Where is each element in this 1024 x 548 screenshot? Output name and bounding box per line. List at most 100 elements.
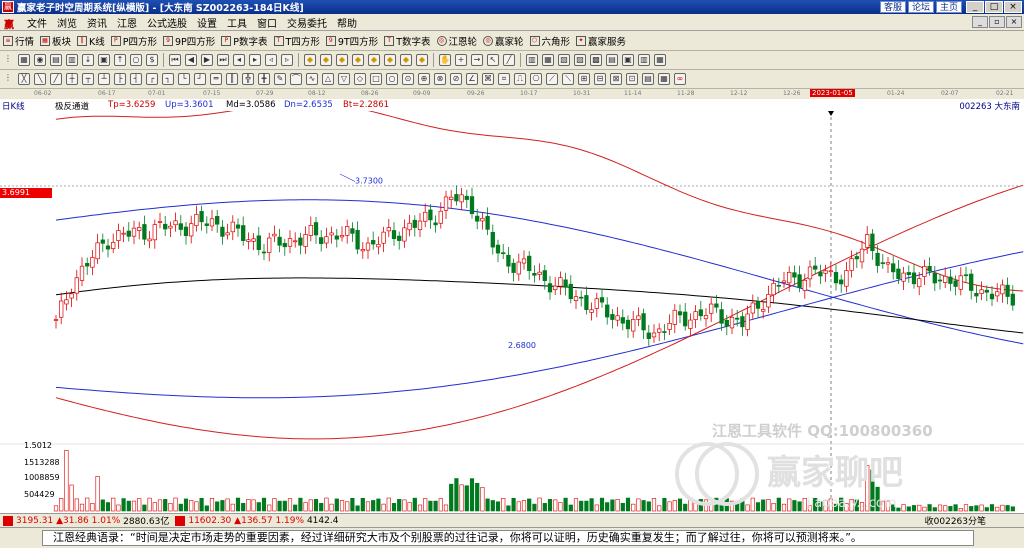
tool-31-icon[interactable]: ⌗ (498, 73, 510, 85)
tool-24-icon[interactable]: ○ (386, 73, 398, 85)
tool-38-icon[interactable]: ⊠ (610, 73, 622, 85)
tool-34-icon[interactable]: ⟋ (546, 73, 558, 85)
tool-18-icon[interactable]: ⌒ (290, 73, 302, 85)
menu-window[interactable]: 窗口 (252, 15, 282, 30)
prev-icon[interactable]: ◀ (185, 54, 197, 66)
circle-icon[interactable]: ○ (130, 54, 142, 66)
bars-5-icon[interactable]: ▩ (590, 54, 602, 66)
menu-news[interactable]: 资讯 (82, 15, 112, 30)
diamond-7-icon[interactable]: ◆ (400, 54, 412, 66)
chart-area[interactable]: 日K线 极反通道 Tp=3.6259 Up=3.3601 Md=3.0586 D… (0, 99, 1024, 513)
t-number-table-button[interactable]: T T数字表 (381, 34, 433, 48)
child-minimize-button[interactable]: _ (972, 16, 988, 28)
diamond-2-icon[interactable]: ◆ (320, 54, 332, 66)
tool-23-icon[interactable]: □ (370, 73, 382, 85)
zoom-out-icon[interactable]: ▸ (249, 54, 261, 66)
diamond-1-icon[interactable]: ◆ (304, 54, 316, 66)
tool-13-icon[interactable]: ═ (210, 73, 222, 85)
tool-30-icon[interactable]: ⌘ (482, 73, 494, 85)
bars-8-icon[interactable]: ▥ (638, 54, 650, 66)
tool-41-icon[interactable]: ▦ (658, 73, 670, 85)
tool-12-icon[interactable]: ┘ (194, 73, 206, 85)
tool-17-icon[interactable]: ✎ (274, 73, 286, 85)
arrow-right-icon[interactable]: → (471, 54, 483, 66)
menu-trade[interactable]: 交易委托 (282, 15, 332, 30)
tool-15-icon[interactable]: ╬ (242, 73, 254, 85)
tool-20-icon[interactable]: △ (322, 73, 334, 85)
tool-6-icon[interactable]: ┴ (98, 73, 110, 85)
tool-29-icon[interactable]: ∠ (466, 73, 478, 85)
diamond-4-icon[interactable]: ◆ (352, 54, 364, 66)
tool-26-icon[interactable]: ⊕ (418, 73, 430, 85)
minimize-button[interactable]: _ (966, 1, 984, 13)
menu-browse[interactable]: 浏览 (52, 15, 82, 30)
tool-37-icon[interactable]: ⊟ (594, 73, 606, 85)
tool-21-icon[interactable]: ▽ (338, 73, 350, 85)
menu-settings[interactable]: 设置 (192, 15, 222, 30)
tool-8-icon[interactable]: ┤ (130, 73, 142, 85)
hexagon-button[interactable]: ⬡ 六角形 (527, 34, 574, 48)
forum-link[interactable]: 论坛 (907, 1, 934, 13)
sector-button[interactable]: ▦ 板块 (37, 34, 74, 48)
tool-32-icon[interactable]: ⎍ (514, 73, 526, 85)
book-icon[interactable]: ▥ (66, 54, 78, 66)
step-forward-icon[interactable]: ▹ (281, 54, 293, 66)
diamond-6-icon[interactable]: ◆ (384, 54, 396, 66)
homepage-link[interactable]: 主页 (935, 1, 962, 13)
tool-14-icon[interactable]: ║ (226, 73, 238, 85)
tool-35-icon[interactable]: ⟍ (562, 73, 574, 85)
close-button[interactable]: × (1004, 1, 1022, 13)
kline-button[interactable]: ‖ K线 (74, 34, 108, 48)
tool-10-icon[interactable]: ┐ (162, 73, 174, 85)
tool-7-icon[interactable]: ├ (114, 73, 126, 85)
bars-4-icon[interactable]: ▨ (574, 54, 586, 66)
step-back-icon[interactable]: ◃ (265, 54, 277, 66)
diamond-5-icon[interactable]: ◆ (368, 54, 380, 66)
bars-7-icon[interactable]: ▣ (622, 54, 634, 66)
winner-wheel-button[interactable]: ◎ 赢家轮 (480, 34, 527, 48)
tool-36-icon[interactable]: ⊞ (578, 73, 590, 85)
tool-1-icon[interactable]: ╳ (18, 73, 30, 85)
tool-28-icon[interactable]: ⊘ (450, 73, 462, 85)
tool-27-icon[interactable]: ⊗ (434, 73, 446, 85)
tool-22-icon[interactable]: ◇ (354, 73, 366, 85)
maximize-button[interactable]: □ (985, 1, 1003, 13)
next-icon[interactable]: ▶ (201, 54, 213, 66)
child-restore-button[interactable]: ▫ (989, 16, 1005, 28)
cross-icon[interactable]: + (455, 54, 467, 66)
tool-19-icon[interactable]: ∿ (306, 73, 318, 85)
menu-formula[interactable]: 公式选股 (142, 15, 192, 30)
bars-6-icon[interactable]: ▤ (606, 54, 618, 66)
t-square-button[interactable]: T T四方形 (271, 34, 323, 48)
box-icon[interactable]: ▣ (98, 54, 110, 66)
tool-9-icon[interactable]: ┌ (146, 73, 158, 85)
arrow-up-icon[interactable]: ↑ (114, 54, 126, 66)
diamond-3-icon[interactable]: ◆ (336, 54, 348, 66)
arrow-down-icon[interactable]: ↓ (82, 54, 94, 66)
infinity-icon[interactable]: ∞ (674, 73, 686, 85)
table-icon[interactable]: ▤ (50, 54, 62, 66)
trade-detail-label[interactable]: 收002263分笔 (925, 514, 986, 527)
gann-wheel-button[interactable]: ◎ 江恩轮 (434, 34, 481, 48)
quotes-button[interactable]: ≡ 行情 (0, 34, 37, 48)
service-link[interactable]: 客服 (879, 1, 906, 13)
calendar-icon[interactable]: ▦ (18, 54, 30, 66)
9t-square-button[interactable]: 9 9T四方形 (323, 34, 381, 48)
menu-tools[interactable]: 工具 (222, 15, 252, 30)
bars-2-icon[interactable]: ▦ (542, 54, 554, 66)
tool-25-icon[interactable]: ⊙ (402, 73, 414, 85)
tool-2-icon[interactable]: ╲ (34, 73, 46, 85)
9p-square-button[interactable]: 9 9P四方形 (160, 34, 218, 48)
tool-3-icon[interactable]: ╱ (50, 73, 62, 85)
winner-service-button[interactable]: ✦ 赢家服务 (573, 34, 629, 48)
menu-gann[interactable]: 江恩 (112, 15, 142, 30)
last-icon[interactable]: ⏭ (217, 54, 229, 66)
bars-1-icon[interactable]: ▥ (526, 54, 538, 66)
tool-11-icon[interactable]: └ (178, 73, 190, 85)
p-square-button[interactable]: P P四方形 (108, 34, 160, 48)
tool-40-icon[interactable]: ▤ (642, 73, 654, 85)
tool-39-icon[interactable]: ⊡ (626, 73, 638, 85)
line-icon[interactable]: ╱ (503, 54, 515, 66)
tool-4-icon[interactable]: ┼ (66, 73, 78, 85)
menu-file[interactable]: 文件 (22, 15, 52, 30)
